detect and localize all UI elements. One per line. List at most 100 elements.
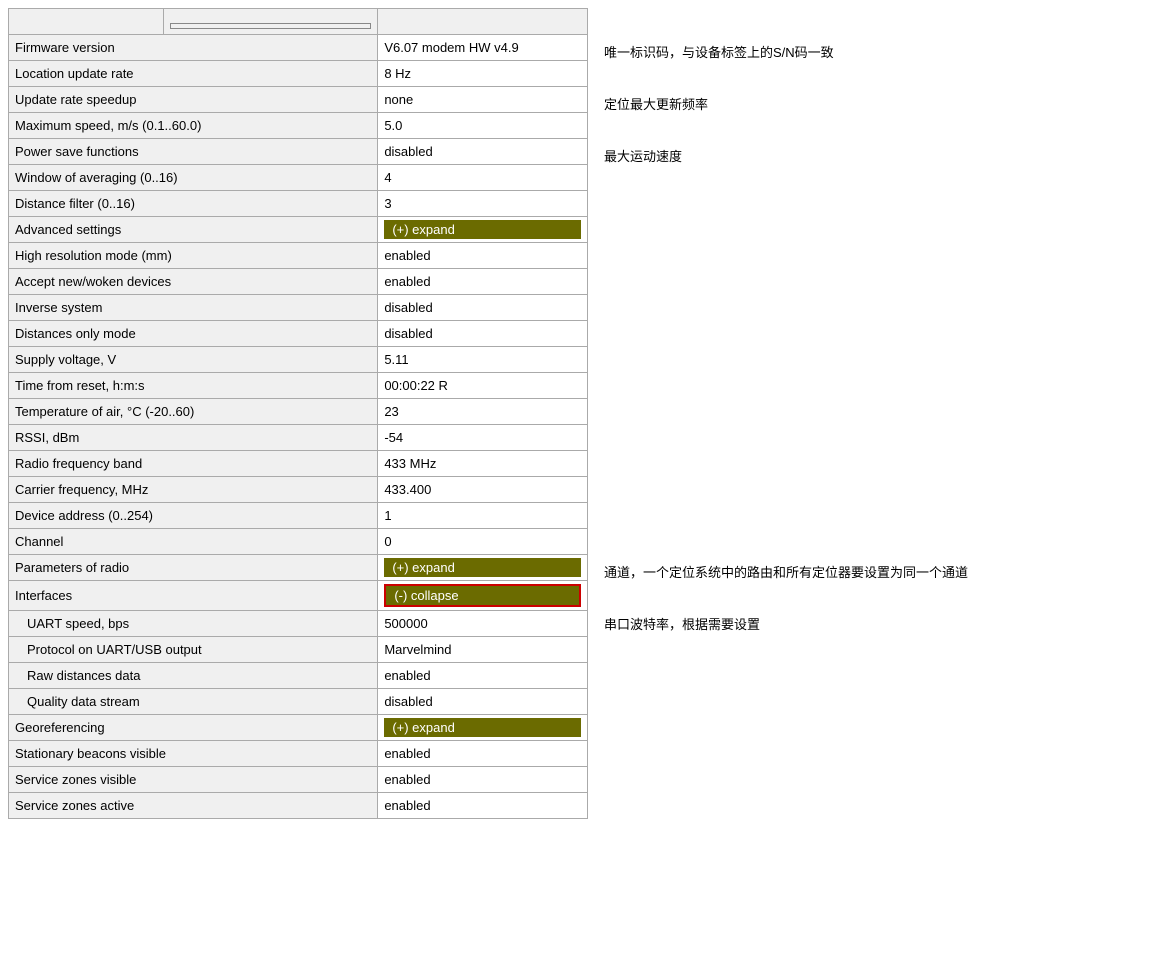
table-row: Firmware versionV6.07 modem HW v4.9 bbox=[9, 35, 588, 61]
table-row: RSSI, dBm-54 bbox=[9, 425, 588, 451]
row-label: Time from reset, h:m:s bbox=[9, 373, 378, 399]
row-value: enabled bbox=[378, 243, 588, 269]
table-row: High resolution mode (mm)enabled bbox=[9, 243, 588, 269]
row-label: Radio frequency band bbox=[9, 451, 378, 477]
table-row: UART speed, bps500000 bbox=[9, 611, 588, 637]
row-label: Temperature of air, °C (-20..60) bbox=[9, 399, 378, 425]
row-label: UART speed, bps bbox=[9, 611, 378, 637]
row-label: Distance filter (0..16) bbox=[9, 191, 378, 217]
row-value: 8 Hz bbox=[378, 61, 588, 87]
row-value: 1 bbox=[378, 503, 588, 529]
table-row: Interfaces (-) collapse bbox=[9, 581, 588, 611]
row-value: 0 bbox=[378, 529, 588, 555]
table-row: Radio frequency band433 MHz bbox=[9, 451, 588, 477]
row-value[interactable]: (-) collapse bbox=[378, 581, 588, 611]
row-value: 3 bbox=[378, 191, 588, 217]
note-text: 唯一标识码，与设备标签上的S/N码一致 bbox=[604, 42, 1155, 61]
row-value[interactable]: (+) expand bbox=[378, 715, 588, 741]
table-row: Carrier frequency, MHz433.400 bbox=[9, 477, 588, 503]
row-label: Interfaces bbox=[9, 581, 378, 611]
table-row: Window of averaging (0..16)4 bbox=[9, 165, 588, 191]
row-label: Service zones active bbox=[9, 793, 378, 819]
row-value: disabled bbox=[378, 689, 588, 715]
note-text: 串口波特率，根据需要设置 bbox=[604, 614, 1155, 633]
table-row: Time from reset, h:m:s00:00:22 R bbox=[9, 373, 588, 399]
notes-section: 唯一标识码，与设备标签上的S/N码一致定位最大更新频率最大运动速度通道，一个定位… bbox=[604, 8, 1155, 838]
row-value: 23 bbox=[378, 399, 588, 425]
table-row: Georeferencing (+) expand bbox=[9, 715, 588, 741]
row-label: Location update rate bbox=[9, 61, 378, 87]
table-row: Protocol on UART/USB outputMarvelmind bbox=[9, 637, 588, 663]
row-label: Quality data stream bbox=[9, 689, 378, 715]
cpu-id-label bbox=[9, 9, 164, 35]
row-value: enabled bbox=[378, 269, 588, 295]
table-row: Service zones activeenabled bbox=[9, 793, 588, 819]
row-label: Maximum speed, m/s (0.1..60.0) bbox=[9, 113, 378, 139]
table-row: Update rate speedupnone bbox=[9, 87, 588, 113]
table-row: Distance filter (0..16)3 bbox=[9, 191, 588, 217]
settings-tbody: Firmware versionV6.07 modem HW v4.9Locat… bbox=[9, 35, 588, 819]
table-row: Parameters of radio (+) expand bbox=[9, 555, 588, 581]
table-row: Location update rate8 Hz bbox=[9, 61, 588, 87]
row-value: 433 MHz bbox=[378, 451, 588, 477]
cpu-id-value bbox=[378, 9, 588, 35]
row-value: -54 bbox=[378, 425, 588, 451]
collapse-button[interactable]: (-) collapse bbox=[384, 584, 581, 607]
row-value: 433.400 bbox=[378, 477, 588, 503]
row-label: Raw distances data bbox=[9, 663, 378, 689]
row-label: Accept new/woken devices bbox=[9, 269, 378, 295]
expand-button[interactable]: (+) expand bbox=[384, 718, 581, 737]
row-value: enabled bbox=[378, 741, 588, 767]
row-label: Advanced settings bbox=[9, 217, 378, 243]
table-row: Accept new/woken devicesenabled bbox=[9, 269, 588, 295]
row-label: RSSI, dBm bbox=[9, 425, 378, 451]
settings-table: Firmware versionV6.07 modem HW v4.9Locat… bbox=[8, 8, 588, 819]
row-label: Parameters of radio bbox=[9, 555, 378, 581]
table-row: Service zones visibleenabled bbox=[9, 767, 588, 793]
table-row: Supply voltage, V5.11 bbox=[9, 347, 588, 373]
note-text: 最大运动速度 bbox=[604, 146, 1155, 165]
table-row: Channel0 bbox=[9, 529, 588, 555]
table-row: Inverse systemdisabled bbox=[9, 295, 588, 321]
main-container: Firmware versionV6.07 modem HW v4.9Locat… bbox=[0, 0, 1163, 846]
table-row: Advanced settings (+) expand bbox=[9, 217, 588, 243]
row-label: Supply voltage, V bbox=[9, 347, 378, 373]
row-label: Stationary beacons visible bbox=[9, 741, 378, 767]
table-row: Temperature of air, °C (-20..60)23 bbox=[9, 399, 588, 425]
row-value: disabled bbox=[378, 295, 588, 321]
expand-button[interactable]: (+) expand bbox=[384, 558, 581, 577]
row-label: Protocol on UART/USB output bbox=[9, 637, 378, 663]
notes-container: 唯一标识码，与设备标签上的S/N码一致定位最大更新频率最大运动速度通道，一个定位… bbox=[604, 12, 1155, 838]
settings-table-section: Firmware versionV6.07 modem HW v4.9Locat… bbox=[8, 8, 588, 838]
row-label: Window of averaging (0..16) bbox=[9, 165, 378, 191]
row-value: Marvelmind bbox=[378, 637, 588, 663]
row-value: enabled bbox=[378, 767, 588, 793]
row-label: Power save functions bbox=[9, 139, 378, 165]
table-row: Power save functionsdisabled bbox=[9, 139, 588, 165]
row-label: Georeferencing bbox=[9, 715, 378, 741]
row-label: Channel bbox=[9, 529, 378, 555]
table-row: Distances only modedisabled bbox=[9, 321, 588, 347]
row-value: disabled bbox=[378, 321, 588, 347]
row-label: High resolution mode (mm) bbox=[9, 243, 378, 269]
row-value: disabled bbox=[378, 139, 588, 165]
row-value: 500000 bbox=[378, 611, 588, 637]
header-row bbox=[9, 9, 588, 35]
expand-button[interactable]: (+) expand bbox=[384, 220, 581, 239]
row-value: 5.11 bbox=[378, 347, 588, 373]
note-text: 定位最大更新频率 bbox=[604, 94, 1155, 113]
note-text: 通道，一个定位系统中的路由和所有定位器要设置为同一个通道 bbox=[604, 562, 1155, 581]
row-label: Firmware version bbox=[9, 35, 378, 61]
row-value: 4 bbox=[378, 165, 588, 191]
row-value: V6.07 modem HW v4.9 bbox=[378, 35, 588, 61]
row-value[interactable]: (+) expand bbox=[378, 555, 588, 581]
row-label: Distances only mode bbox=[9, 321, 378, 347]
row-value: enabled bbox=[378, 663, 588, 689]
copy-to-clipboard-cell[interactable] bbox=[163, 9, 378, 35]
row-value[interactable]: (+) expand bbox=[378, 217, 588, 243]
row-label: Inverse system bbox=[9, 295, 378, 321]
table-row: Raw distances dataenabled bbox=[9, 663, 588, 689]
row-label: Service zones visible bbox=[9, 767, 378, 793]
copy-to-clipboard-button[interactable] bbox=[170, 23, 372, 29]
row-value: enabled bbox=[378, 793, 588, 819]
